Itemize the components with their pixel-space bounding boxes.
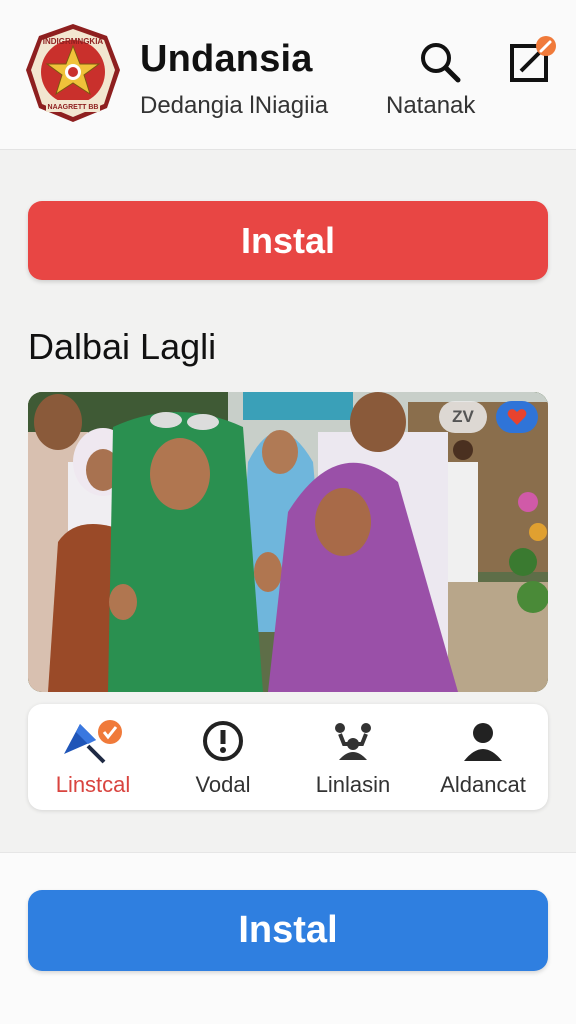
edit-button[interactable]	[504, 34, 560, 90]
edit-square-icon	[510, 36, 556, 82]
tab-linstcal[interactable]: Linstcal	[28, 704, 158, 810]
tab-vodal[interactable]: Vodal	[158, 704, 288, 810]
person-icon	[464, 723, 502, 761]
tab-label: Aldancat	[440, 772, 526, 797]
logo-top-text: INDIGRMNGKIA	[43, 37, 104, 46]
featured-photo[interactable]: ZV	[28, 392, 548, 692]
category-tabbar: Linstcal Vodal Linlasin Aldancat	[28, 704, 548, 810]
section-title: Dalbai Lagli	[28, 326, 217, 367]
info-circle-icon	[203, 721, 243, 761]
photo-count-badge[interactable]: ZV	[439, 401, 487, 433]
header-right-label[interactable]: Natanak	[386, 92, 475, 120]
heart-icon	[507, 409, 527, 425]
tab-linlasin[interactable]: Linlasin	[288, 704, 418, 810]
app-subtitle: Dedangia lNiagiia	[140, 92, 329, 119]
tab-label: Vodal	[195, 772, 251, 797]
favorite-button[interactable]	[496, 401, 538, 433]
search-button[interactable]	[414, 36, 466, 88]
app-logo: INDIGRMNGKIA NAAGRETT BB	[24, 22, 122, 124]
group-icon	[335, 723, 371, 760]
logo-bottom-text: NAAGRETT BB	[48, 104, 99, 111]
install-button-primary[interactable]: Instal	[28, 201, 548, 280]
app-title: Undansia	[140, 38, 313, 80]
tab-label: Linlasin	[315, 772, 391, 797]
pin-icon	[64, 720, 122, 764]
people-photo	[28, 392, 548, 692]
tab-aldancat[interactable]: Aldancat	[418, 704, 548, 810]
tab-label: Linstcal	[55, 772, 131, 797]
app-header: INDIGRMNGKIA NAAGRETT BB Undansia Dedang…	[0, 0, 576, 150]
search-icon	[421, 43, 461, 83]
install-button-secondary[interactable]: Instal	[28, 890, 548, 971]
